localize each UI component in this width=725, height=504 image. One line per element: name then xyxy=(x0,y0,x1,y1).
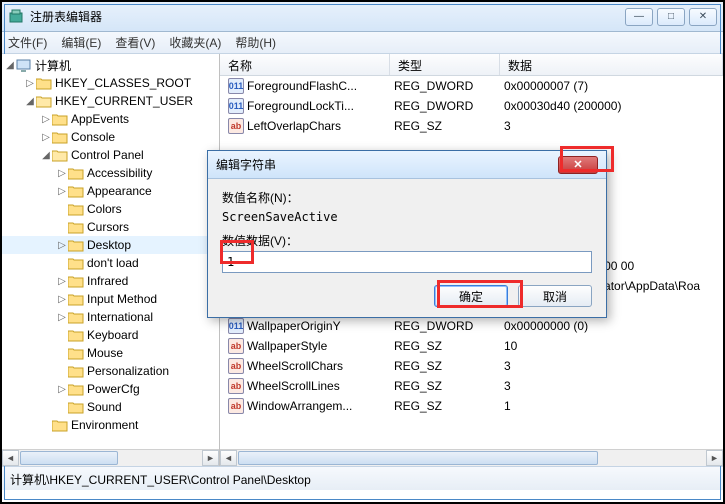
value-name-field: ScreenSaveActive xyxy=(222,208,592,232)
computer-icon xyxy=(16,59,32,72)
tree-scrollbar-h[interactable]: ◄ ► xyxy=(2,449,219,466)
folder-icon xyxy=(68,221,84,234)
window-titlebar: 注册表编辑器 — □ ✕ xyxy=(2,2,723,32)
tree-item[interactable]: ◢HKEY_CURRENT_USER xyxy=(2,92,219,110)
tree-item[interactable]: ▷Accessibility xyxy=(2,164,219,182)
binary-value-icon: 011 xyxy=(228,318,244,334)
menu-help[interactable]: 帮助(H) xyxy=(235,34,276,51)
cancel-button[interactable]: 取消 xyxy=(518,285,592,307)
folder-icon xyxy=(68,257,84,270)
tree-item[interactable]: Environment xyxy=(2,416,219,434)
folder-icon xyxy=(68,329,84,342)
list-row[interactable]: 011ForegroundFlashC...REG_DWORD0x0000000… xyxy=(220,76,723,96)
minimize-button[interactable]: — xyxy=(625,8,653,26)
folder-icon xyxy=(36,95,52,108)
statusbar: 计算机\HKEY_CURRENT_USER\Control Panel\Desk… xyxy=(2,466,723,490)
binary-value-icon: 011 xyxy=(228,78,244,94)
string-value-icon: ab xyxy=(228,118,244,134)
dialog-close-button[interactable]: ✕ xyxy=(558,156,598,174)
string-value-icon: ab xyxy=(228,358,244,374)
folder-icon xyxy=(68,347,84,360)
list-row[interactable]: abWheelScrollCharsREG_SZ3 xyxy=(220,356,723,376)
dialog-title: 编辑字符串 xyxy=(216,156,558,173)
value-data-label: 数值数据(V)： xyxy=(222,232,592,249)
scroll-left-icon[interactable]: ◄ xyxy=(220,450,237,466)
value-data-input[interactable] xyxy=(222,251,592,273)
tree-item[interactable]: ▷Desktop xyxy=(2,236,219,254)
tree-item[interactable]: Personalization xyxy=(2,362,219,380)
tree-item[interactable]: ▷AppEvents xyxy=(2,110,219,128)
folder-icon xyxy=(68,185,84,198)
folder-icon xyxy=(68,365,84,378)
close-button[interactable]: ✕ xyxy=(689,8,717,26)
list-scrollbar-h[interactable]: ◄ ► xyxy=(220,449,723,466)
window-title: 注册表编辑器 xyxy=(30,8,625,25)
tree-item[interactable]: ▷Input Method xyxy=(2,290,219,308)
folder-icon xyxy=(52,419,68,432)
ok-button[interactable]: 确定 xyxy=(434,285,508,307)
folder-icon xyxy=(68,239,84,252)
list-row[interactable]: 011ForegroundLockTi...REG_DWORD0x00030d4… xyxy=(220,96,723,116)
list-row[interactable]: abWallpaperStyleREG_SZ10 xyxy=(220,336,723,356)
folder-icon xyxy=(52,113,68,126)
tree-item[interactable]: ▷Console xyxy=(2,128,219,146)
tree-item[interactable]: ▷International xyxy=(2,308,219,326)
menu-file[interactable]: 文件(F) xyxy=(8,34,47,51)
tree-item[interactable]: Mouse xyxy=(2,344,219,362)
tree-item[interactable]: ▷Infrared xyxy=(2,272,219,290)
menu-view[interactable]: 查看(V) xyxy=(115,34,155,51)
string-value-icon: ab xyxy=(228,398,244,414)
list-header: 名称 类型 数据 xyxy=(220,54,723,76)
tree-item[interactable]: ▷PowerCfg xyxy=(2,380,219,398)
col-type[interactable]: 类型 xyxy=(390,54,500,75)
list-row[interactable]: abLeftOverlapCharsREG_SZ3 xyxy=(220,116,723,136)
binary-value-icon: 011 xyxy=(228,98,244,114)
scroll-left-icon[interactable]: ◄ xyxy=(2,450,19,466)
tree-item[interactable]: Sound xyxy=(2,398,219,416)
maximize-button[interactable]: □ xyxy=(657,8,685,26)
folder-icon xyxy=(68,275,84,288)
tree-pane: ◢计算机▷HKEY_CLASSES_ROOT◢HKEY_CURRENT_USER… xyxy=(2,54,220,466)
folder-icon xyxy=(36,77,52,90)
string-value-icon: ab xyxy=(228,338,244,354)
folder-icon xyxy=(52,149,68,162)
menubar: 文件(F) 编辑(E) 查看(V) 收藏夹(A) 帮助(H) xyxy=(2,32,723,54)
app-icon xyxy=(8,9,24,25)
folder-icon xyxy=(68,401,84,414)
list-row[interactable]: 011WallpaperOriginYREG_DWORD0x00000000 (… xyxy=(220,316,723,336)
tree-item[interactable]: ◢Control Panel xyxy=(2,146,219,164)
folder-icon xyxy=(68,167,84,180)
col-data[interactable]: 数据 xyxy=(500,54,723,75)
menu-favorites[interactable]: 收藏夹(A) xyxy=(169,34,221,51)
scroll-right-icon[interactable]: ► xyxy=(202,450,219,466)
string-value-icon: ab xyxy=(228,378,244,394)
scroll-right-icon[interactable]: ► xyxy=(706,450,723,466)
edit-string-dialog: 编辑字符串 ✕ 数值名称(N)： ScreenSaveActive 数值数据(V… xyxy=(207,150,607,318)
folder-icon xyxy=(68,293,84,306)
folder-icon xyxy=(68,311,84,324)
folder-icon xyxy=(52,131,68,144)
dialog-titlebar: 编辑字符串 ✕ xyxy=(208,151,606,179)
menu-edit[interactable]: 编辑(E) xyxy=(61,34,101,51)
value-name-label: 数值名称(N)： xyxy=(222,189,592,206)
tree-item[interactable]: Cursors xyxy=(2,218,219,236)
tree-item[interactable]: ▷HKEY_CLASSES_ROOT xyxy=(2,74,219,92)
tree-item[interactable]: ▷Appearance xyxy=(2,182,219,200)
tree-item[interactable]: Keyboard xyxy=(2,326,219,344)
col-name[interactable]: 名称 xyxy=(220,54,390,75)
list-row[interactable]: abWheelScrollLinesREG_SZ3 xyxy=(220,376,723,396)
tree-item[interactable]: Colors xyxy=(2,200,219,218)
tree-root[interactable]: 计算机 xyxy=(35,57,71,74)
list-row[interactable]: abWindowArrangem...REG_SZ1 xyxy=(220,396,723,416)
folder-icon xyxy=(68,203,84,216)
status-path: 计算机\HKEY_CURRENT_USER\Control Panel\Desk… xyxy=(10,473,311,487)
folder-icon xyxy=(68,383,84,396)
tree-item[interactable]: don't load xyxy=(2,254,219,272)
